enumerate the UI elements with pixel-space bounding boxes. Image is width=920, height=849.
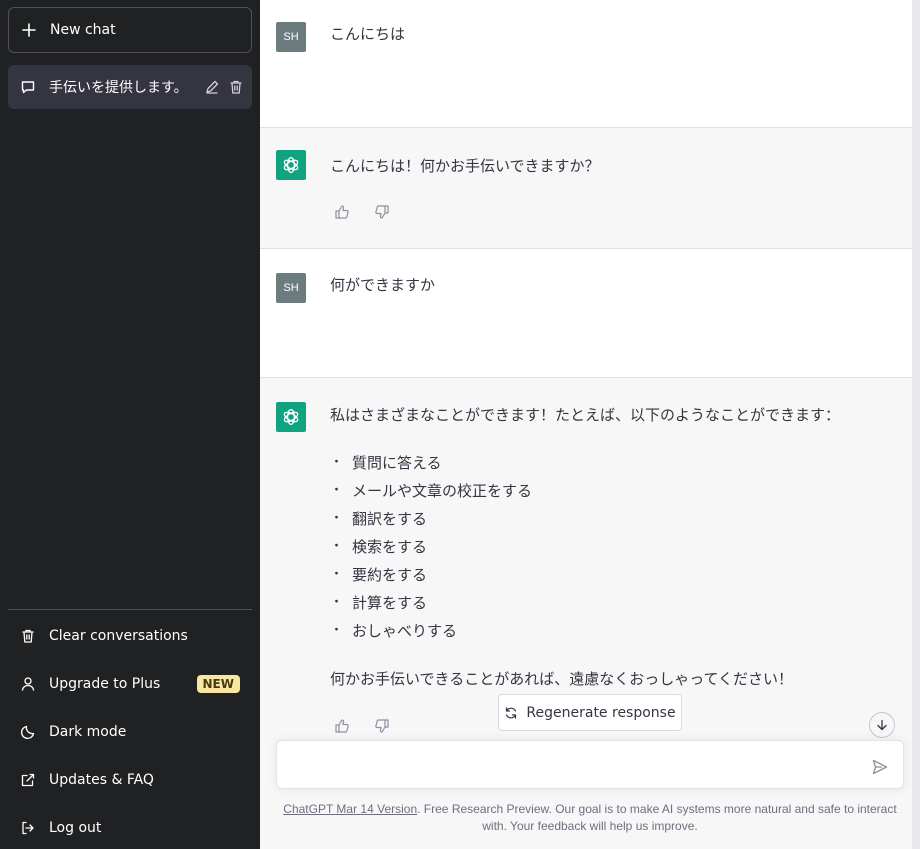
trash-icon[interactable] [228,79,244,95]
message-text: 私はさまざまなことができます！たとえば、以下のようなことができます： 質問に答え… [330,401,890,693]
dark-mode-button[interactable]: Dark mode [8,710,252,754]
new-chat-label: New chat [50,22,116,38]
message-text: 何ができますか [330,276,436,294]
chat-input[interactable] [289,753,859,777]
message-text: こんにちは [330,25,406,43]
edit-icon[interactable] [204,79,220,95]
conversation-item[interactable]: 手伝いを提供します。 [8,65,252,109]
message-text: こんにちは！何かお手伝いできますか？ [330,157,600,175]
thumbs-up-icon[interactable] [334,204,350,220]
plus-icon [21,22,37,38]
thumbs-up-icon[interactable] [334,718,350,734]
list-item: 要約をする [330,561,890,589]
sidebar: New chat 手伝いを提供します。 Clear conversations … [0,0,260,849]
log-out-button[interactable]: Log out [8,806,252,849]
footer-text: . Free Research Preview. Our goal is to … [417,802,897,833]
bullet-list: 質問に答える メールや文章の校正をする 翻訳をする 検索をする 要約をする 計算… [330,449,890,645]
arrow-down-icon [875,718,889,732]
message-intro: 私はさまざまなことができます！たとえば、以下のようなことができます： [330,406,841,424]
external-link-icon [20,772,36,788]
user-message: SH 何ができますか [260,249,912,378]
conversation-title: 手伝いを提供します。 [49,80,188,96]
trash-icon [20,628,36,644]
log-out-icon [20,820,36,836]
chat-input-container [276,740,904,789]
chat-main: SH こんにちは こんにちは！何かお手伝いできますか？ SH 何ができますか 私… [260,0,912,849]
user-avatar: SH [276,273,306,303]
clear-conversations-label: Clear conversations [49,628,188,644]
sidebar-divider [8,609,252,610]
thumbs-down-icon[interactable] [374,204,390,220]
upgrade-to-plus-label: Upgrade to Plus [49,676,161,692]
scroll-to-bottom-button[interactable] [869,712,895,738]
list-item: 翻訳をする [330,505,890,533]
list-item: メールや文章の校正をする [330,477,890,505]
scrollbar-track[interactable] [912,0,920,849]
upgrade-to-plus-button[interactable]: Upgrade to Plus NEW [8,662,252,706]
log-out-label: Log out [49,820,102,836]
version-link[interactable]: ChatGPT Mar 14 Version [283,802,417,816]
list-item: おしゃべりする [330,617,890,645]
chat-bubble-icon [20,79,36,95]
updates-faq-link[interactable]: Updates & FAQ [8,758,252,802]
assistant-message: こんにちは！何かお手伝いできますか？ [260,128,912,249]
list-item: 検索をする [330,533,890,561]
openai-logo-icon [276,150,306,180]
regenerate-response-label: Regenerate response [526,704,676,721]
list-item: 計算をする [330,589,890,617]
openai-logo-icon [276,402,306,432]
user-avatar: SH [276,22,306,52]
list-item: 質問に答える [330,449,890,477]
thumbs-down-icon[interactable] [374,718,390,734]
user-icon [20,676,36,692]
moon-icon [20,724,36,740]
new-chat-button[interactable]: New chat [8,7,252,53]
send-icon[interactable] [871,758,889,776]
clear-conversations-button[interactable]: Clear conversations [8,614,252,658]
user-message: SH こんにちは [260,0,912,128]
updates-faq-label: Updates & FAQ [49,772,154,788]
new-badge: NEW [196,675,240,693]
refresh-icon [504,706,518,720]
message-closing: 何かお手伝いできることがあれば、遠慮なくおっしゃってください！ [330,670,794,688]
dark-mode-label: Dark mode [49,724,127,740]
footer-disclaimer: ChatGPT Mar 14 Version. Free Research Pr… [280,801,900,835]
regenerate-response-button[interactable]: Regenerate response [498,694,682,731]
